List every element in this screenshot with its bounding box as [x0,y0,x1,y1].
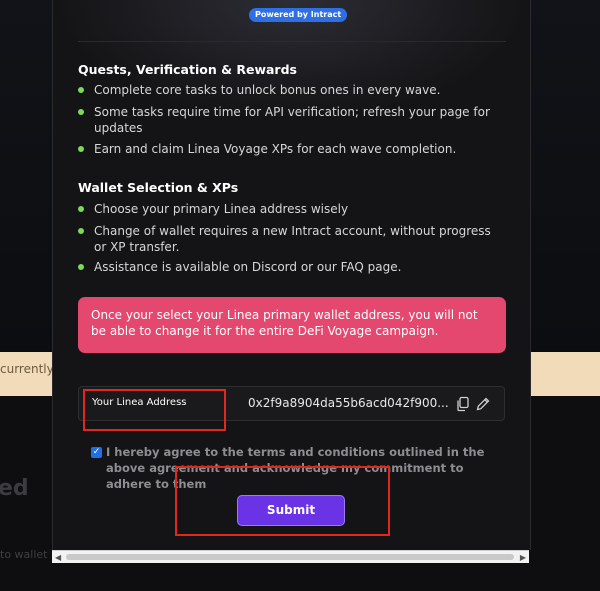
list-item-text: Choose your primary Linea address wisely [94,202,349,216]
powered-by-badge: Powered by Intract [249,8,348,22]
wallet-warning-alert: Once your select your Linea primary wall… [78,297,506,353]
bullet-dot-icon [78,109,84,115]
scrollbar-thumb[interactable] [66,554,514,560]
list-item-text: Change of wallet requires a new Intract … [94,224,491,254]
scroll-right-arrow-icon[interactable]: ▶ [520,553,526,562]
bullet-dot-icon [78,87,84,93]
list-item: Change of wallet requires a new Intract … [78,223,498,255]
bullet-dot-icon [78,264,84,270]
bullet-dot-icon [78,206,84,212]
wallet-section-title: Wallet Selection & XPs [78,180,239,195]
list-item: Complete core tasks to unlock bonus ones… [78,82,498,98]
address-value: 0x2f9a8904da55b6acd042f900... [248,396,449,410]
list-item: Choose your primary Linea address wisely [78,201,498,217]
bullet-dot-icon [78,228,84,234]
annotation-box-submit [175,466,390,536]
list-item: Earn and claim Linea Voyage XPs for each… [78,141,498,157]
agreement-checkbox[interactable]: ✓ [91,447,102,458]
list-item-text: Complete core tasks to unlock bonus ones… [94,83,441,97]
list-item: Some tasks require time for API verifica… [78,104,498,136]
scroll-left-arrow-icon[interactable]: ◀ [55,553,61,562]
list-item: Assistance is available on Discord or ou… [78,259,498,275]
bullet-dot-icon [78,146,84,152]
copy-icon[interactable] [455,396,471,412]
horizontal-scrollbar[interactable]: ◀ ▶ [52,550,529,563]
background-text-fragment: to wallet [0,548,48,561]
list-item-text: Some tasks require time for API verifica… [94,105,490,135]
background-heading-fragment: ed [0,476,29,501]
edit-icon[interactable] [475,396,491,412]
background-banner-text: currently [0,362,54,376]
annotation-box-address-label [83,389,226,431]
header-divider [78,41,506,42]
list-item-text: Assistance is available on Discord or ou… [94,260,402,274]
list-item-text: Earn and claim Linea Voyage XPs for each… [94,142,457,156]
quests-section-title: Quests, Verification & Rewards [78,62,297,77]
